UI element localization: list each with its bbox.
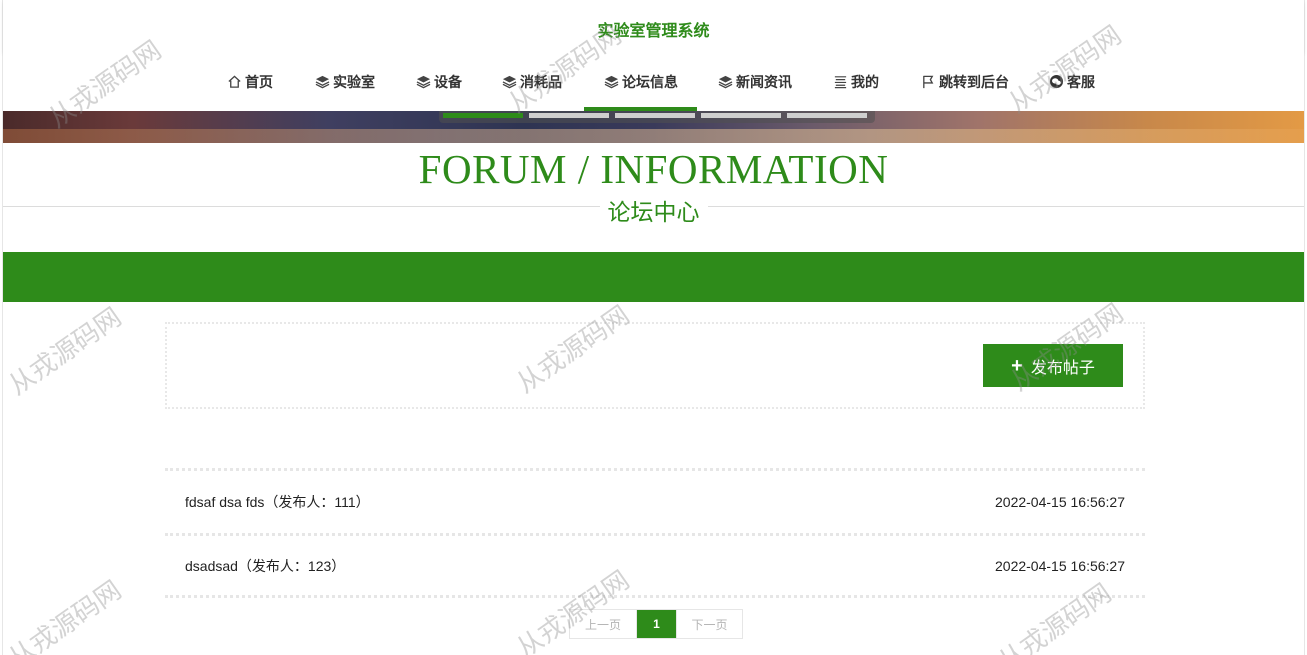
nav-item-label: 设备 (434, 73, 462, 90)
nav-item-label: 消耗品 (520, 73, 562, 90)
flag-icon (921, 74, 936, 89)
layers-icon (502, 74, 517, 89)
layers-icon (604, 74, 619, 89)
nav-item-label: 首页 (245, 73, 273, 90)
section-title-en: FORUM / INFORMATION (418, 146, 889, 192)
banner-carousel (3, 111, 1304, 143)
page: 实验室管理系统 首页 实验室 设备 消耗品 论坛信息 新闻资讯 我的 跳转到后台… (2, 0, 1305, 655)
nav-item-forum[interactable]: 论坛信息 (584, 52, 697, 111)
section-title-cn: 论坛中心 (3, 193, 1304, 227)
green-band (3, 252, 1304, 302)
wechat-icon (1049, 74, 1064, 89)
nav-item-label: 论坛信息 (622, 73, 678, 90)
publish-post-label: 发布帖子 (1030, 359, 1095, 377)
top-header: 实验室管理系统 (3, 0, 1304, 52)
post-time: 2022-04-15 16:56:27 (995, 557, 1125, 574)
next-page-button[interactable]: 下一页 (676, 610, 742, 638)
carousel-dot[interactable] (615, 113, 695, 118)
layers-icon (416, 74, 431, 89)
list-item[interactable]: dsadsad（发布人：123） 2022-04-15 16:56:27 (165, 533, 1145, 598)
nav-item-equipment[interactable]: 设备 (416, 52, 462, 111)
carousel-dot[interactable] (443, 113, 523, 118)
nav-item-mine[interactable]: 我的 (833, 52, 879, 111)
nav-item-label: 新闻资讯 (736, 73, 792, 90)
nav-item-consumables[interactable]: 消耗品 (502, 52, 562, 111)
nav-item-news[interactable]: 新闻资讯 (718, 52, 792, 111)
pagination: 上一页 1 下一页 (569, 609, 743, 639)
post-list: fdsaf dsa fds（发布人：111） 2022-04-15 16:56:… (165, 468, 1145, 598)
nav-item-label: 我的 (851, 73, 879, 90)
carousel-dot[interactable] (787, 113, 867, 118)
plus-icon: + (1011, 354, 1023, 377)
current-page[interactable]: 1 (637, 610, 676, 638)
post-title[interactable]: dsadsad（发布人：123） (185, 556, 345, 576)
nav-item-support[interactable]: 客服 (1049, 52, 1095, 111)
carousel-dot[interactable] (701, 113, 781, 118)
main-nav: 首页 实验室 设备 消耗品 论坛信息 新闻资讯 我的 跳转到后台 客服 (3, 52, 1304, 111)
publish-post-button[interactable]: + 发布帖子 (983, 344, 1123, 387)
nav-item-lab[interactable]: 实验室 (315, 52, 375, 111)
layers-icon (718, 74, 733, 89)
post-time: 2022-04-15 16:56:27 (995, 494, 1125, 510)
section-title-cn-text: 论坛中心 (599, 199, 708, 225)
prev-page-button[interactable]: 上一页 (570, 610, 637, 638)
layers-icon (315, 74, 330, 89)
nav-item-label: 实验室 (333, 73, 375, 90)
nav-item-admin[interactable]: 跳转到后台 (921, 52, 1009, 111)
site-title: 实验室管理系统 (597, 23, 710, 40)
home-icon (227, 74, 242, 89)
list-item[interactable]: fdsaf dsa fds（发布人：111） 2022-04-15 16:56:… (165, 468, 1145, 533)
post-title[interactable]: fdsaf dsa fds（发布人：111） (185, 492, 370, 512)
nav-item-home[interactable]: 首页 (227, 52, 273, 111)
carousel-indicators (439, 111, 875, 123)
carousel-dot[interactable] (529, 113, 609, 118)
list-icon (833, 74, 848, 89)
nav-item-label: 跳转到后台 (939, 73, 1009, 90)
action-panel: + 发布帖子 (165, 322, 1145, 409)
nav-item-label: 客服 (1067, 73, 1095, 90)
